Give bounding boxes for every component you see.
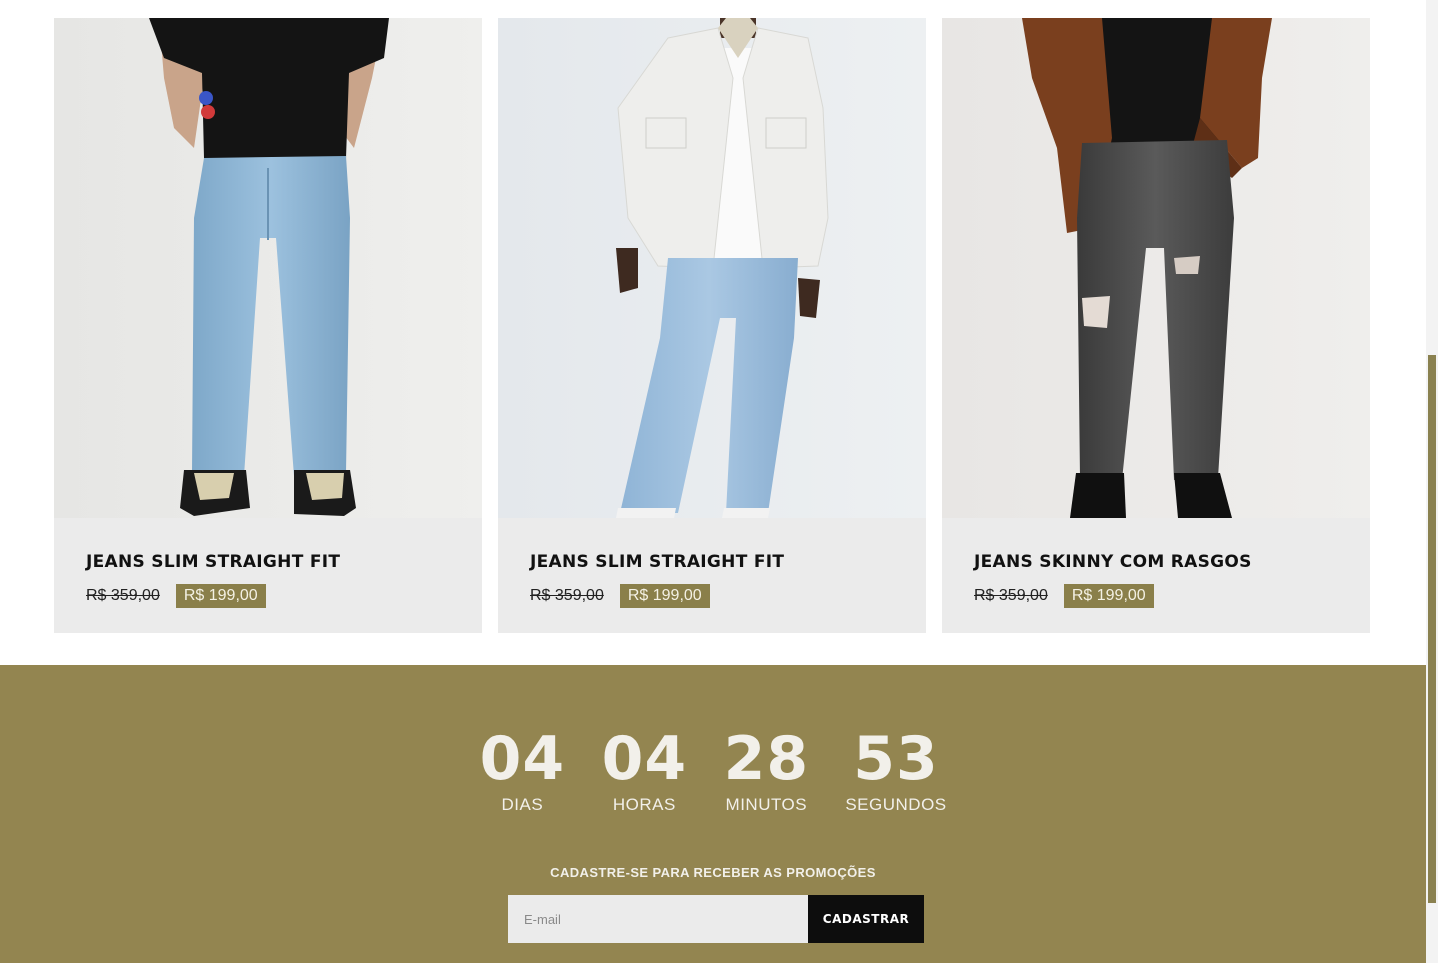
product-info: JEANS SKINNY COM RASGOS R$ 359,00 R$ 199… bbox=[942, 518, 1370, 608]
product-image[interactable] bbox=[498, 18, 926, 518]
product-image[interactable] bbox=[942, 18, 1370, 518]
product-image[interactable] bbox=[54, 18, 482, 518]
product-card[interactable]: JEANS SLIM STRAIGHT FIT R$ 359,00 R$ 199… bbox=[498, 18, 926, 633]
old-price: R$ 359,00 bbox=[974, 587, 1048, 604]
product-photo bbox=[942, 18, 1370, 518]
page: JEANS SLIM STRAIGHT FIT R$ 359,00 R$ 199… bbox=[0, 0, 1438, 963]
countdown-days: 04 DIAS bbox=[479, 727, 565, 815]
countdown-minutes-label: MINUTOS bbox=[725, 795, 808, 814]
product-info: JEANS SLIM STRAIGHT FIT R$ 359,00 R$ 199… bbox=[54, 518, 482, 608]
countdown-days-value: 04 bbox=[479, 724, 566, 794]
email-field[interactable] bbox=[508, 895, 808, 943]
product-card[interactable]: JEANS SKINNY COM RASGOS R$ 359,00 R$ 199… bbox=[942, 18, 1370, 633]
countdown-timer: 04 DIAS 04 HORAS 28 MINUTOS 53 SEGUNDOS bbox=[0, 727, 1426, 815]
countdown-seconds-value: 53 bbox=[853, 724, 939, 794]
product-info: JEANS SLIM STRAIGHT FIT R$ 359,00 R$ 199… bbox=[498, 518, 926, 608]
countdown-seconds-label: SEGUNDOS bbox=[845, 795, 947, 814]
sale-price-badge: R$ 199,00 bbox=[1063, 584, 1154, 608]
sale-price-badge: R$ 199,00 bbox=[175, 584, 266, 608]
old-price: R$ 359,00 bbox=[530, 587, 604, 604]
old-price: R$ 359,00 bbox=[86, 587, 160, 604]
promo-section: 04 DIAS 04 HORAS 28 MINUTOS 53 SEGUNDOS … bbox=[0, 665, 1426, 963]
newsletter-form: CADASTRAR bbox=[508, 895, 924, 943]
product-photo bbox=[54, 18, 482, 518]
price-row: R$ 359,00 R$ 199,00 bbox=[530, 584, 894, 608]
product-title[interactable]: JEANS SKINNY COM RASGOS bbox=[974, 552, 1338, 572]
countdown-minutes-value: 28 bbox=[723, 724, 810, 794]
countdown-seconds: 53 SEGUNDOS bbox=[845, 727, 946, 815]
sale-price-badge: R$ 199,00 bbox=[619, 584, 710, 608]
countdown-hours: 04 HORAS bbox=[601, 727, 687, 815]
scrollbar-thumb[interactable] bbox=[1428, 355, 1436, 903]
product-card[interactable]: JEANS SLIM STRAIGHT FIT R$ 359,00 R$ 199… bbox=[54, 18, 482, 633]
scrollbar-track[interactable] bbox=[1426, 0, 1438, 963]
signup-heading: CADASTRE-SE PARA RECEBER AS PROMOÇÕES bbox=[550, 865, 876, 880]
product-grid: JEANS SLIM STRAIGHT FIT R$ 359,00 R$ 199… bbox=[54, 18, 1370, 633]
product-title[interactable]: JEANS SLIM STRAIGHT FIT bbox=[86, 552, 450, 572]
price-row: R$ 359,00 R$ 199,00 bbox=[974, 584, 1338, 608]
countdown-hours-label: HORAS bbox=[612, 795, 676, 814]
countdown-minutes: 28 MINUTOS bbox=[723, 727, 809, 815]
subscribe-button[interactable]: CADASTRAR bbox=[808, 895, 924, 943]
product-title[interactable]: JEANS SLIM STRAIGHT FIT bbox=[530, 552, 894, 572]
countdown-days-label: DIAS bbox=[501, 795, 544, 814]
product-photo bbox=[498, 18, 926, 518]
price-row: R$ 359,00 R$ 199,00 bbox=[86, 584, 450, 608]
countdown-hours-value: 04 bbox=[601, 724, 688, 794]
